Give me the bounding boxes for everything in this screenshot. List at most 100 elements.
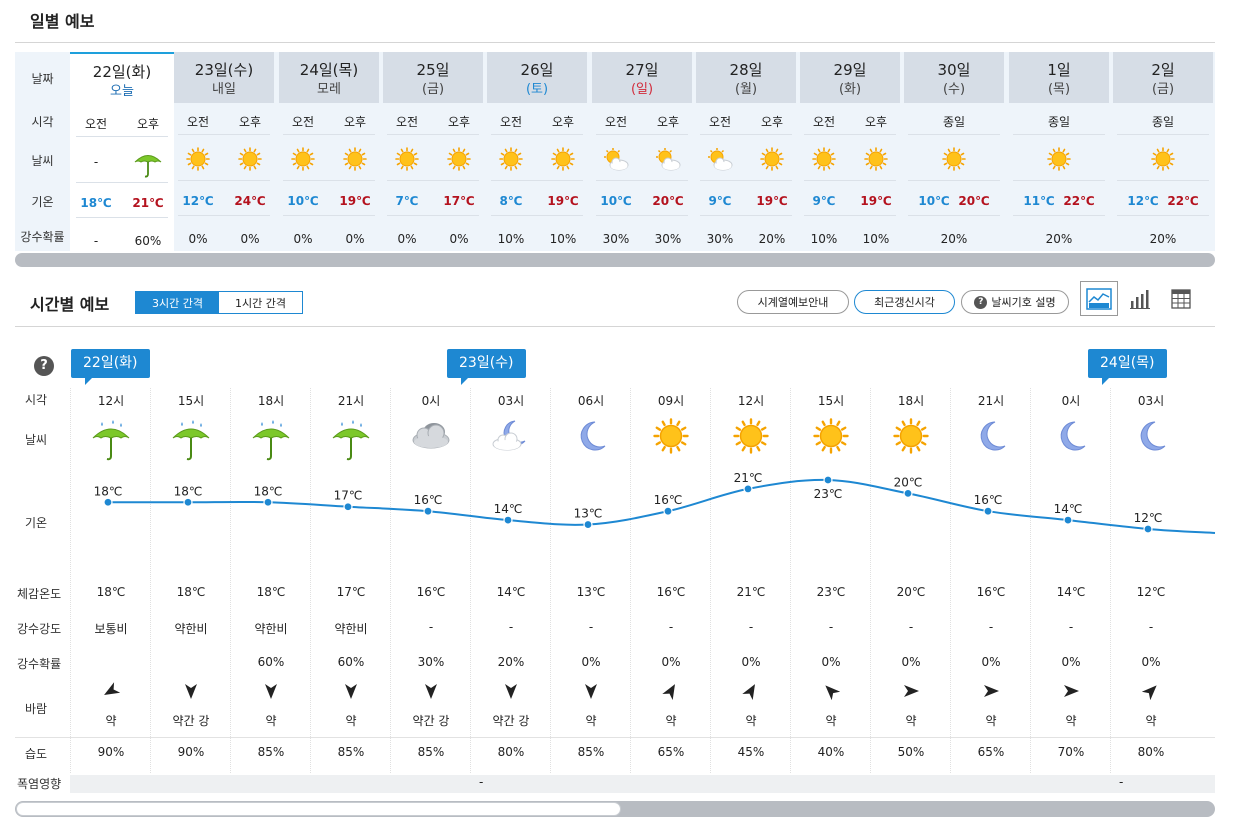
period-label: 오후 <box>864 115 888 129</box>
bar-chart-icon <box>1130 289 1150 309</box>
wind-arrow <box>582 682 600 700</box>
divider <box>596 134 688 135</box>
row-label-temp: 기온 <box>31 195 54 209</box>
date-badge: 24일(목) <box>1088 349 1167 385</box>
divider <box>908 134 1000 135</box>
weather-cell <box>329 147 381 175</box>
row-label-date: 날짜 <box>31 72 54 86</box>
partly-cloudy-icon <box>604 148 629 171</box>
high-temp: 20℃ <box>652 194 684 208</box>
wind-strength: 약간 강 <box>492 714 530 728</box>
wind-strength: 약 <box>345 714 357 728</box>
wind-strength: 약 <box>105 714 117 728</box>
wind-arrow <box>1141 682 1160 701</box>
day-sub: (일) <box>630 82 654 97</box>
daily-forecast-table: 날짜 시각 날씨 기온 강수확률 22일(화) 오늘 오전 - - 오후 60% 18℃ 21… <box>15 52 1215 251</box>
divider <box>804 134 896 135</box>
day-header: 30일 (수) <box>904 52 1004 103</box>
daily-scrollbar[interactable] <box>15 253 1215 267</box>
sun-icon <box>653 418 689 454</box>
heat-impact-value: - <box>1119 775 1124 789</box>
hour-column: 03시 12℃ - 0% 약 80% <box>1110 388 1190 773</box>
moon-icon <box>1209 428 1220 450</box>
feels-like: 18℃ <box>96 585 126 599</box>
day-header: 1일 (목) <box>1009 52 1109 103</box>
humidity: 85% <box>577 745 605 759</box>
help-icon[interactable]: ? <box>34 356 54 376</box>
table-view-button[interactable] <box>1162 281 1200 316</box>
line-chart-view-button[interactable] <box>1080 281 1118 316</box>
bar-chart-view-button[interactable] <box>1121 281 1159 316</box>
weather-cell <box>1007 147 1111 175</box>
divider <box>387 180 479 181</box>
feels-like: 20℃ <box>896 585 926 599</box>
precip-intensity: - <box>668 620 674 634</box>
divider <box>596 180 688 181</box>
day-column: 27일 (일) 오전 30% 오후 30% 10℃ 20℃ <box>590 52 694 251</box>
hour-time: 0시 <box>1061 394 1081 408</box>
precip-intensity: 약한비 <box>254 622 288 636</box>
wind-strength: 약 <box>905 714 917 728</box>
hour-column: 0시 14℃ - 0% 약 70% <box>1030 388 1110 773</box>
precip-intensity: - <box>988 620 994 634</box>
low-temp: 9℃ <box>812 194 836 208</box>
hour-time: 21시 <box>977 394 1005 408</box>
moon-icon <box>1060 421 1086 451</box>
divider <box>283 134 375 135</box>
day-date: 30일 <box>937 61 971 79</box>
day-date: 24일(목) <box>299 61 359 79</box>
day-date: 22일(화) <box>92 63 152 81</box>
weather-symbols-button[interactable]: ? 날씨기호 설명 <box>961 290 1069 314</box>
hourly-scrollbar[interactable] <box>15 801 1215 817</box>
humidity: 80% <box>497 745 525 759</box>
hour-time: 18시 <box>257 394 285 408</box>
sun-icon <box>291 147 315 171</box>
low-temp: 9℃ <box>708 194 732 208</box>
feels-like: 21℃ <box>736 585 766 599</box>
umbrella-rain-icon <box>92 420 130 461</box>
precip-intensity: - <box>828 620 834 634</box>
precip-probability: 0% <box>821 655 841 669</box>
divider <box>1117 215 1209 216</box>
row-label-wind: 바람 <box>24 702 48 716</box>
wind-strength: 약 <box>1145 714 1157 728</box>
weather-cell <box>122 149 174 178</box>
precip-probability: 0% <box>901 655 921 669</box>
scrollbar-thumb[interactable] <box>16 802 621 816</box>
row-label-pop: 강수확률 <box>17 657 62 671</box>
humidity: 50% <box>897 745 925 759</box>
day-column: 1일 (목) 종일 11℃ 22℃ 20% <box>1007 52 1111 251</box>
sun-icon <box>893 418 929 454</box>
wind-direction-icon <box>1141 685 1157 701</box>
wind-arrow <box>902 682 920 700</box>
period-label: 오전 <box>84 117 108 131</box>
divider <box>387 134 479 135</box>
weather-cell <box>791 418 871 466</box>
day-header: 27일 (일) <box>592 52 692 103</box>
divider <box>804 180 896 181</box>
hour-column: 18시 18℃ 약한비 60% 약 85% <box>230 388 310 773</box>
precip-intensity: 약한비 <box>334 622 368 636</box>
pop-value: 30% <box>706 232 734 246</box>
interval-3h-button[interactable]: 3시간 간격 <box>136 292 219 313</box>
weather-cell <box>951 418 1031 466</box>
hour-column: 0시 16℃ - 30% 약간 강 85% <box>390 388 470 773</box>
sun-icon <box>395 147 419 171</box>
day-date: 25일 <box>416 61 450 79</box>
period-label: 오전 <box>604 115 628 129</box>
latest-update-button[interactable]: 최근갱신시각 <box>854 290 955 314</box>
precip-probability: 0% <box>581 655 601 669</box>
wind-strength: 약 <box>745 714 757 728</box>
wind-strength: 약간 강 <box>172 714 210 728</box>
interval-1h-button[interactable]: 1시간 간격 <box>218 292 302 313</box>
pop-value: 10% <box>810 232 838 246</box>
period-label: 오후 <box>551 115 575 129</box>
series-guide-button[interactable]: 시계열예보안내 <box>737 290 849 314</box>
row-label-time: 시각 <box>24 393 48 407</box>
precip-probability: 0% <box>1061 655 1081 669</box>
hour-time: 18시 <box>897 394 925 408</box>
day-sub: (금) <box>421 82 445 97</box>
day-sub: 내일 <box>212 82 236 97</box>
wind-direction-icon <box>104 682 121 695</box>
feels-like: 13℃ <box>576 585 606 599</box>
